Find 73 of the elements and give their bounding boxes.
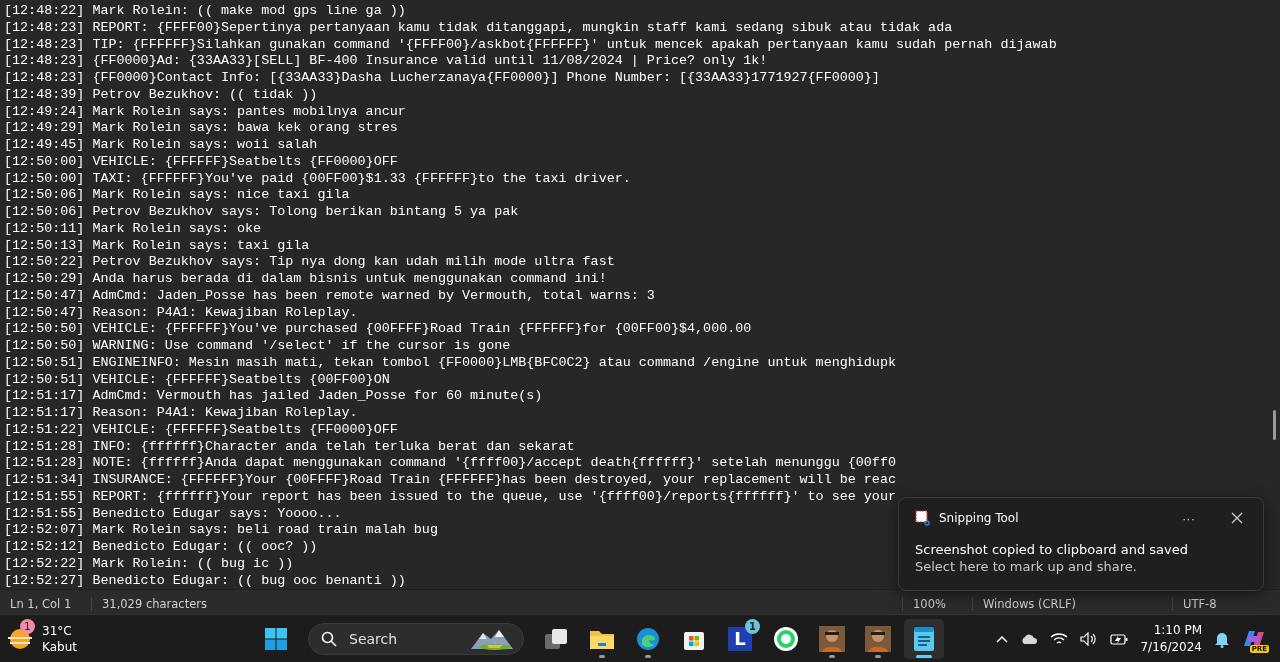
log-line: [12:50:13] Mark Rolein says: taxi gila (4, 237, 310, 255)
taskbar-app[interactable] (904, 618, 944, 659)
cursor-position: Ln 1, Col 1 (9, 597, 73, 611)
browser-icon (636, 626, 660, 651)
scrollbar-thumb[interactable] (1272, 410, 1276, 440)
log-line: [12:48:39] Petrov Bezukhov: (( tidak )) (4, 86, 318, 104)
search-field[interactable]: Search (347, 629, 459, 648)
running-indicator (875, 654, 881, 658)
figure-icon (819, 625, 845, 652)
notification-title: Screenshot copied to clipboard and saved (915, 542, 1189, 557)
search-box[interactable]: Search (308, 622, 524, 655)
log-line: [12:50:47] Reason: P4A1: Kewajiban Roleplay. (4, 304, 358, 322)
log-line: [12:48:23] TIP: {FFFFFF}Silahkan gunakan command '{FFFF00}/askbot{FFFFFF}' untuk mencek apakah pertanyaan kamu sudah pernah dijawab (4, 36, 1057, 54)
log-line: [12:50:50] VEHICLE: {FFFFFF}You've purchased {00FFFF}Road Train {FFFFFF}for {00FF00}$4,000.00 (4, 321, 752, 338)
figure-icon (865, 625, 891, 652)
log-line: [12:51:28] NOTE: {ffffff}Anda dapat menggunakan command '{ffff00}/accept death{ffffff}' setelah menunggu {00ff0 (4, 455, 896, 472)
running-indicator (645, 654, 651, 658)
log-line: [12:51:17] AdmCmd: Vermouth has jailed Jaden_Posse for 60 minute(s) (4, 388, 543, 405)
log-line: [12:48:23] REPORT: {FFFF00}Sepertinya pertanyaan kamu tidak ditanggapi, mungkin staff kami sedang sibuk atau tidak ada (4, 19, 953, 37)
log-line: [12:50:06] Mark Rolein says: nice taxi gila (4, 187, 350, 204)
log-line: [12:51:55] REPORT: {ffffff}Your report has been issued to the queue, use '{ffff00}/reports{ffffff}' to see your (4, 488, 896, 506)
log-line: [12:49:24] Mark Rolein says: pantes mobilnya ancur (4, 103, 406, 121)
log-line: [12:50:51] ENGINEINFO: Mesin masih mati, tekan tombol {FF0000}LMB{BFC0C2} atau command /engine untuk menghidupk (4, 354, 896, 372)
line-ending: Windows (CRLF) (972, 597, 1172, 611)
chevron-up-icon[interactable] (996, 634, 1009, 643)
log-line: [12:50:51] VEHICLE: {FFFFFF}Seatbelts {00FF00}ON (4, 371, 390, 389)
cloud-icon[interactable] (1020, 633, 1039, 644)
log-line: [12:50:00] TAXI: {FFFFFF}You've paid {00FF00}$1.33 {FFFFFF}to the taxi driver. (4, 170, 631, 188)
log-line: [12:48:22] Mark Rolein: (( make mod gps line ga )) (4, 3, 406, 20)
log-line: [12:51:55] Benedicto Edugar says: Yoooo... (4, 505, 342, 523)
log-line: [12:51:17] Reason: P4A1: Kewajiban Roleplay. (4, 405, 358, 422)
log-line: [12:52:12] Benedicto Edugar: (( ooc? )) (4, 539, 318, 556)
windows-icon (264, 626, 288, 651)
running-indicator (599, 654, 605, 658)
notification-badge: 1 (745, 618, 760, 634)
character-count: 31,029 characters (91, 597, 391, 611)
log-line: [12:52:27] Benedicto Edugar: (( bug ooc benanti )) (4, 572, 406, 589)
log-line: [12:50:11] Mark Rolein says: oke (4, 220, 262, 238)
running-indicator (829, 654, 835, 658)
app-name: Snipping Tool (939, 511, 1019, 525)
temperature: 31°C (42, 622, 73, 639)
log-line: [12:50:06] Petrov Bezukhov says: Tolong berikan bintang 5 ya pak (4, 204, 519, 221)
chat-icon (773, 625, 799, 652)
log-line: [12:48:23] {FF0000}Contact Info: [{33AA33}Dasha Lucherzanaya{FF0000}] Phone Number: [{33AA33}1771927{FF0000}] (4, 70, 880, 87)
battery-icon[interactable] (1110, 631, 1129, 646)
wifi-icon[interactable] (1050, 631, 1069, 646)
clock[interactable]: 1:10 PM 7/16/2024 (1140, 621, 1202, 656)
log-line: [12:50:22] Petrov Bezukhov says: Tip nya dong kan udah milih mode ultra fast (4, 254, 615, 271)
log-line: [12:52:22] Mark Rolein: (( bug ic )) (4, 555, 294, 573)
log-line: [12:50:29] Anda harus berada di dalam bisnis untuk menggunakan command ini! (4, 271, 607, 288)
more-button[interactable]: ··· (1178, 510, 1199, 526)
task-view-icon (544, 627, 568, 650)
log-line: [12:50:50] WARNING: Use command '/select' if the cursor is gone (4, 338, 511, 355)
notification-toast[interactable]: Snipping Tool ··· Screenshot copied to clipboard and saved Select here to mark up and share. (898, 497, 1264, 591)
log-line: [12:50:00] VEHICLE: {FFFFFF}Seatbelts {FF0000}OFF (4, 153, 398, 171)
log-line: [12:51:34] INSURANCE: {FFFFFF}Your {00FFFF}Road Train {FFFFFF}has been destroyed, your replacement will be reac (4, 472, 896, 489)
notepad-icon (913, 625, 935, 652)
log-line: [12:52:07] Mark Rolein says: beli road train malah bug (4, 522, 438, 539)
snipping-tool-icon (915, 510, 931, 526)
log-line: [12:51:22] VEHICLE: {FFFFFF}Seatbelts {FF0000}OFF (4, 421, 398, 439)
running-indicator (916, 654, 932, 658)
log-line: [12:49:45] Mark Rolein says: woii salah (4, 137, 318, 154)
zoom-level: 100% (902, 597, 972, 611)
search-icon (321, 630, 337, 647)
log-line: [12:51:28] INFO: {ffffff}Character anda telah terluka berat dan sekarat (4, 438, 575, 456)
encoding: UTF-8 (1172, 597, 1280, 611)
log-line: [12:48:23] {FF0000}Ad: {33AA33}[SELL] BF-400 Insurance valid until 11/08/2024 | Price? only 1k! (4, 53, 768, 70)
log-line: [12:50:47] AdmCmd: Jaden_Posse has been remote warned by Vermouth, total warns: 3 (4, 287, 655, 305)
weather-condition: Kabut (42, 638, 77, 655)
notification-body: Select here to mark up and share. (915, 559, 1138, 574)
notification-badge: 1 (20, 618, 35, 634)
log-line: [12:49:29] Mark Rolein says: bawa kek orang stres (4, 120, 398, 137)
volume-icon[interactable] (1080, 631, 1099, 646)
